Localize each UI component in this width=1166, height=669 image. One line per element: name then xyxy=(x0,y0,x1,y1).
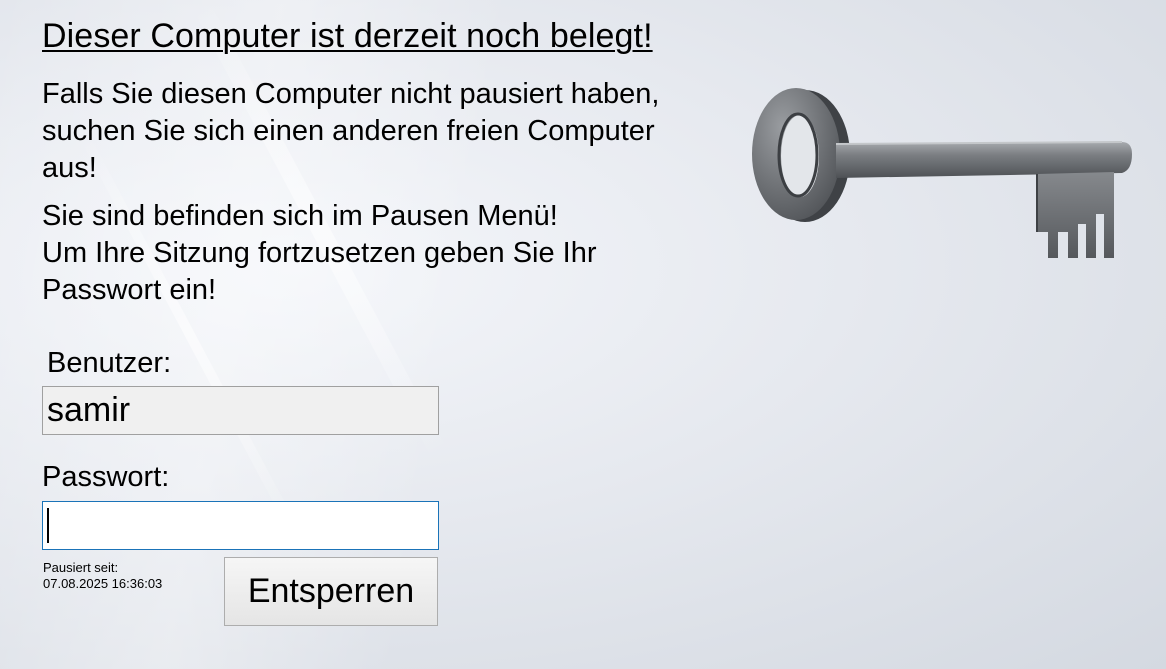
key-icon xyxy=(752,88,1132,258)
paused-message: Sie sind befinden sich im Pausen Menü! U… xyxy=(42,198,702,309)
password-field[interactable] xyxy=(42,501,439,550)
text-caret xyxy=(47,508,49,543)
unlock-button[interactable]: Entsperren xyxy=(224,557,438,626)
paused-message-text: Sie sind befinden sich im Pausen Menü! U… xyxy=(42,200,597,306)
paused-since-label: Pausiert seit: xyxy=(43,560,119,575)
paused-since-timestamp: 07.08.2025 16:36:03 xyxy=(43,576,163,591)
occupied-message: Falls Sie diesen Computer nicht pausiert… xyxy=(42,78,660,184)
password-label: Passwort: xyxy=(42,461,170,493)
paused-since-info: Pausiert seit: 07.08.2025 16:36:03 xyxy=(43,560,162,592)
page-title: Dieser Computer ist derzeit noch belegt! xyxy=(42,17,653,55)
user-label: Benutzer: xyxy=(47,347,172,379)
username-field: samir xyxy=(42,386,439,435)
